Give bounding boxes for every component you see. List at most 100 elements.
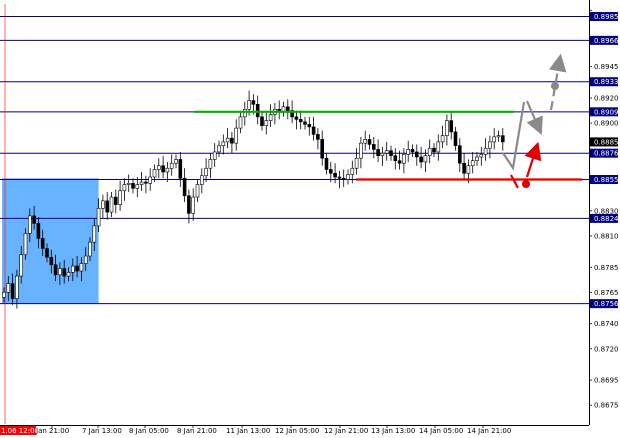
candle-body [53,264,58,276]
y-tick-label: 0.8740 [594,320,619,328]
x-tick-label: 12 Jan 05:00 [275,427,319,435]
level-label: 0.8909 [594,108,619,116]
candle-body [406,149,411,155]
candle-body [488,141,492,149]
candle-body [389,150,393,157]
candle-body [402,154,406,164]
candle-body [500,135,505,143]
candle-body [204,167,208,177]
candle-body [238,116,243,129]
candle-body [212,151,217,160]
candle-body [45,248,49,258]
candle-body [423,155,428,163]
candle-body [264,120,269,126]
candle-body [49,256,54,266]
candle-body [23,233,28,256]
candle-body [359,142,363,159]
y-tick-label: 0.8695 [594,377,619,385]
level-label: 0.8966 [594,37,619,45]
level-label: 0.8876 [594,150,619,158]
price-chart: 0.8675 0.8695 0.8720 0.8740 0.8765 0.8785 0.88… [0,0,620,438]
y-tick-label: 0.8810 [594,232,619,240]
y-tick-label: 0.8945 [594,63,619,71]
candle-body [105,200,109,213]
candle-body [187,195,191,214]
candle-body [268,114,273,121]
chart-container: 0.8675 0.8695 0.8720 0.8740 0.8765 0.8785 0.88… [0,0,620,438]
candle-body [182,177,187,197]
y-tick-label: 0.8900 [594,120,619,128]
candle-body [58,268,62,276]
candle-body [27,215,32,234]
candle-body [174,159,178,164]
candle-body [144,181,148,184]
candle-body [255,103,260,118]
candle-body [483,147,488,155]
candle-body [135,184,140,189]
candle-body [354,157,359,169]
candle-body [285,106,290,111]
candle-body [191,196,195,214]
candle-body [414,151,419,158]
current-price-label: 0.8885 [594,138,619,146]
candle-body [15,275,19,299]
candle-body [457,145,462,164]
candle-body [328,169,333,174]
candle-body [371,144,376,150]
level-label: 0.8855 [594,176,619,184]
candle-body [393,155,398,162]
candle-body [10,283,15,299]
candle-body [217,145,221,153]
candle-body [363,139,368,144]
y-tick-label: 0.8675 [594,402,619,410]
candle-body [83,255,88,264]
candle-body [165,167,170,173]
candle-body [148,176,152,184]
x-tick-label: 14 Jan 05:00 [419,427,463,435]
scenario-grey-point [551,82,559,90]
candle-body [230,137,234,144]
y-tick-label: 0.8785 [594,264,619,272]
candle-body [243,109,247,118]
candle-body [384,150,389,154]
level-label: 0.8756 [594,300,619,308]
level-label: 0.8824 [594,215,619,223]
candle-body [66,271,71,277]
candle-body [436,141,441,153]
scenario-red-point [522,180,530,188]
candle-body [419,156,423,163]
candle-body [36,223,41,239]
candle-body [324,157,329,170]
candle-body [449,120,454,133]
candle-body [475,156,479,162]
candle-body [19,254,24,277]
candle-body [225,137,230,143]
candle-body [71,265,75,273]
x-tick-label: 11 Jan 13:00 [226,427,270,435]
candle-body [178,159,183,179]
candle-body [294,116,299,120]
candle-body [397,160,402,164]
candle-body [466,165,471,174]
candle-body [320,139,325,159]
candle-body [6,283,11,293]
candle-body [208,159,213,169]
candle-body [152,169,157,178]
y-tick-label: 0.8920 [594,95,619,103]
candle-body [247,100,251,110]
candle-body [492,136,497,143]
candle-body [169,162,174,169]
candle-body [101,200,105,209]
candle-body [333,172,337,178]
candle-body [79,263,84,272]
candle-body [32,215,36,224]
candle-body [109,196,114,213]
candle-body [367,139,372,145]
x-tick-label: 12 Jan 21:00 [324,427,368,435]
x-tick-label: 8 Jan 05:00 [129,427,169,435]
candle-body [131,182,135,189]
candle-body [92,225,97,243]
candle-body [298,119,303,123]
candle-body [221,141,226,146]
candle-body [380,152,385,157]
